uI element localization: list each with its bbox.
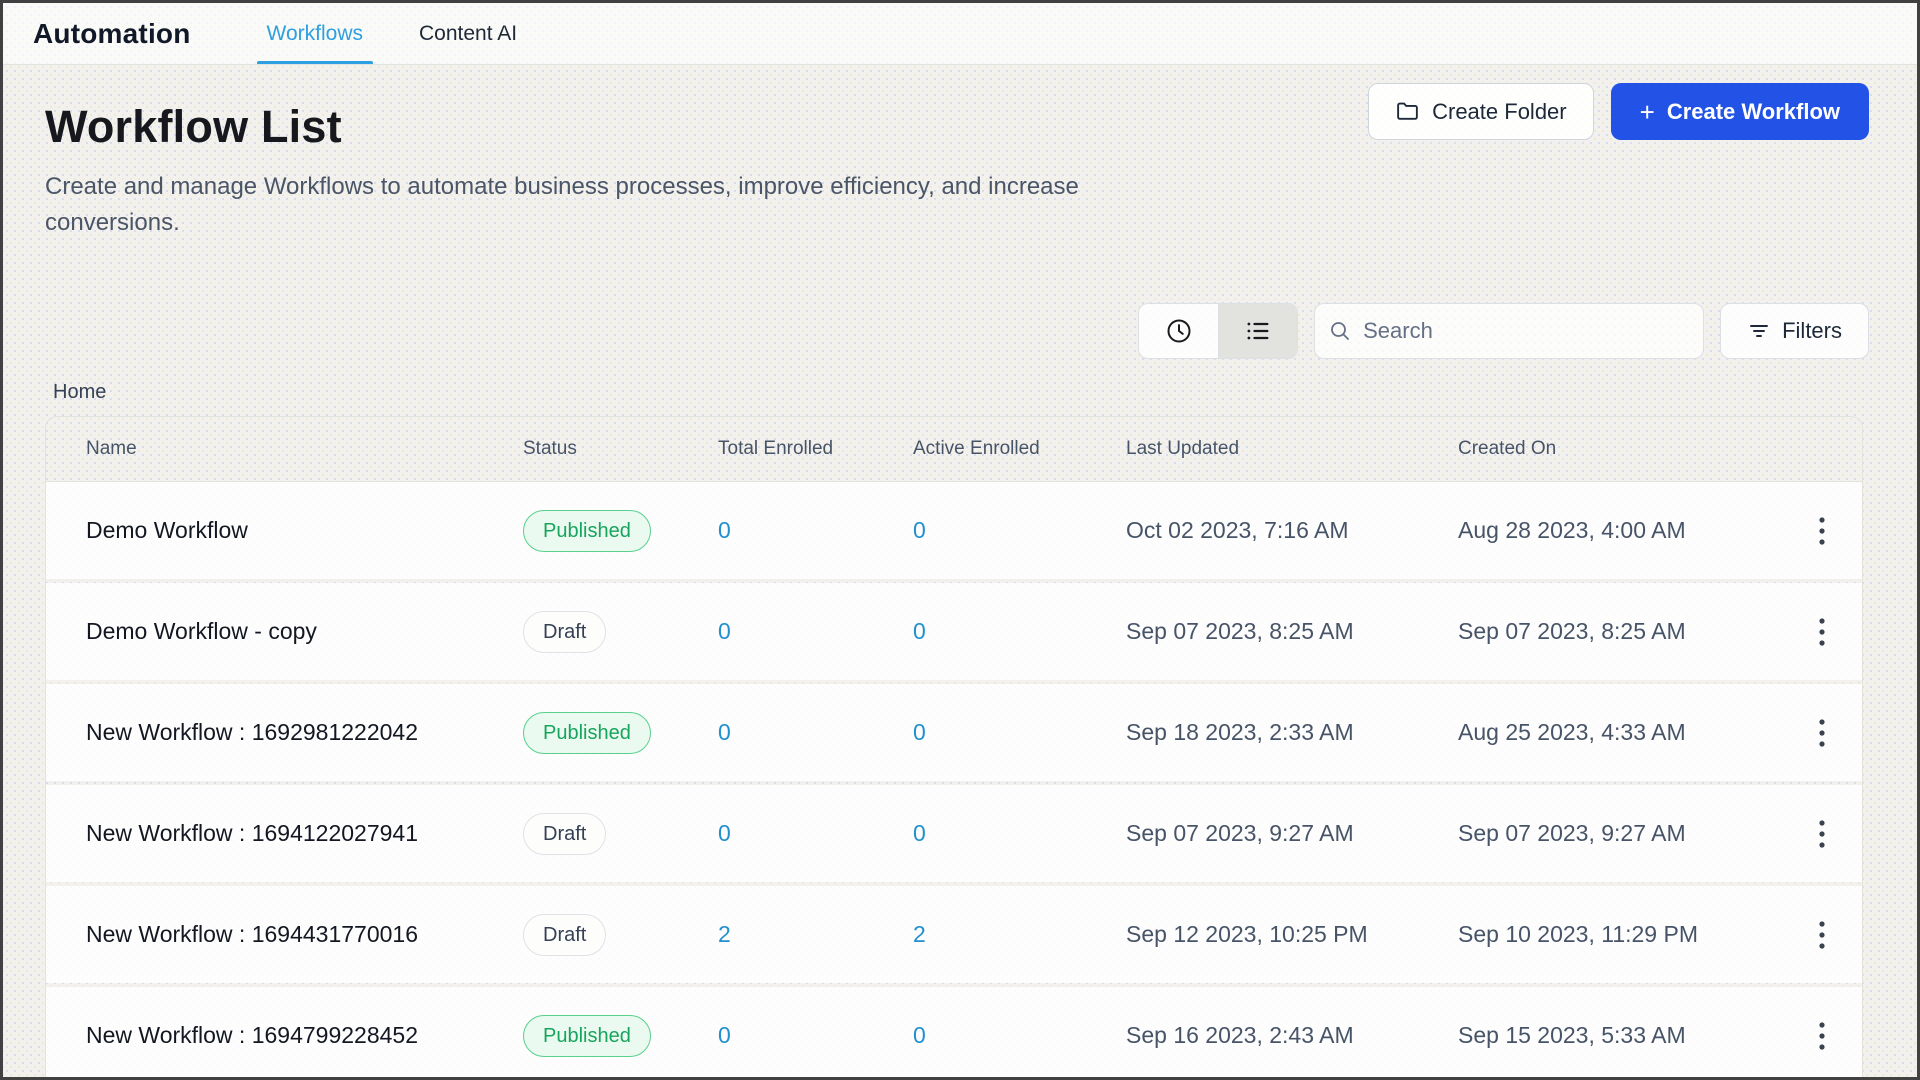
active-enrolled-value[interactable]: 0 bbox=[909, 517, 1122, 544]
table-toolbar: Filters bbox=[3, 303, 1869, 359]
list-icon bbox=[1244, 317, 1272, 345]
total-enrolled-value[interactable]: 2 bbox=[714, 921, 909, 948]
actions-cell bbox=[1772, 813, 1863, 855]
table-row[interactable]: Demo Workflow - copy Draft 0 0 Sep 07 20… bbox=[46, 583, 1862, 680]
page-subtitle: Create and manage Workflows to automate … bbox=[45, 169, 1205, 241]
last-updated-value: Sep 07 2023, 9:27 AM bbox=[1122, 820, 1454, 847]
workflow-name[interactable]: New Workflow : 1694431770016 bbox=[46, 921, 519, 948]
top-nav-tabs: Workflows Content AI bbox=[257, 3, 528, 64]
history-view-button[interactable] bbox=[1139, 304, 1218, 358]
status-badge: Draft bbox=[523, 611, 606, 653]
active-enrolled-value[interactable]: 2 bbox=[909, 921, 1122, 948]
active-enrolled-value[interactable]: 0 bbox=[909, 618, 1122, 645]
created-on-value: Aug 25 2023, 4:33 AM bbox=[1454, 719, 1772, 746]
total-enrolled-value[interactable]: 0 bbox=[714, 618, 909, 645]
status-cell: Draft bbox=[519, 813, 714, 855]
table-row[interactable]: New Workflow : 1694799228452 Published 0… bbox=[46, 987, 1862, 1080]
kebab-menu-icon[interactable] bbox=[1808, 1015, 1836, 1057]
table-row[interactable]: New Workflow : 1692981222042 Published 0… bbox=[46, 684, 1862, 781]
column-header-name: Name bbox=[46, 438, 519, 460]
workflow-table: Name Status Total Enrolled Active Enroll… bbox=[45, 416, 1863, 1080]
table-row[interactable]: New Workflow : 1694431770016 Draft 2 2 S… bbox=[46, 886, 1862, 983]
table-row[interactable]: New Workflow : 1694122027941 Draft 0 0 S… bbox=[46, 785, 1862, 882]
status-badge: Draft bbox=[523, 914, 606, 956]
tab-workflows[interactable]: Workflows bbox=[257, 3, 373, 64]
kebab-menu-icon[interactable] bbox=[1808, 712, 1836, 754]
app-section-title: Automation bbox=[33, 18, 191, 50]
header-actions: Create Folder + Create Workflow bbox=[1368, 83, 1869, 140]
list-view-button[interactable] bbox=[1218, 304, 1297, 358]
status-badge: Published bbox=[523, 712, 651, 754]
active-enrolled-value[interactable]: 0 bbox=[909, 719, 1122, 746]
search-input[interactable] bbox=[1314, 303, 1704, 359]
kebab-menu-icon[interactable] bbox=[1808, 510, 1836, 552]
filters-label: Filters bbox=[1782, 318, 1842, 344]
last-updated-value: Oct 02 2023, 7:16 AM bbox=[1122, 517, 1454, 544]
create-workflow-label: Create Workflow bbox=[1667, 99, 1840, 125]
status-cell: Draft bbox=[519, 914, 714, 956]
clock-icon bbox=[1165, 317, 1193, 345]
last-updated-value: Sep 18 2023, 2:33 AM bbox=[1122, 719, 1454, 746]
table-body: Demo Workflow Published 0 0 Oct 02 2023,… bbox=[46, 482, 1862, 1080]
workflow-name[interactable]: New Workflow : 1694122027941 bbox=[46, 820, 519, 847]
status-badge: Published bbox=[523, 510, 651, 552]
total-enrolled-value[interactable]: 0 bbox=[714, 517, 909, 544]
workflow-name[interactable]: Demo Workflow bbox=[46, 517, 519, 544]
search-box bbox=[1314, 303, 1704, 359]
total-enrolled-value[interactable]: 0 bbox=[714, 719, 909, 746]
column-header-last-updated: Last Updated bbox=[1122, 438, 1454, 460]
active-enrolled-value[interactable]: 0 bbox=[909, 820, 1122, 847]
filters-button[interactable]: Filters bbox=[1720, 303, 1869, 359]
search-icon bbox=[1328, 319, 1352, 343]
total-enrolled-value[interactable]: 0 bbox=[714, 820, 909, 847]
actions-cell bbox=[1772, 611, 1863, 653]
column-header-status: Status bbox=[519, 438, 714, 460]
actions-cell bbox=[1772, 1015, 1863, 1057]
last-updated-value: Sep 12 2023, 10:25 PM bbox=[1122, 921, 1454, 948]
created-on-value: Sep 07 2023, 8:25 AM bbox=[1454, 618, 1772, 645]
column-header-created-on: Created On bbox=[1454, 438, 1772, 460]
filter-icon bbox=[1747, 319, 1771, 343]
actions-cell bbox=[1772, 914, 1863, 956]
kebab-menu-icon[interactable] bbox=[1808, 813, 1836, 855]
view-toggle-group bbox=[1138, 303, 1298, 359]
create-folder-button[interactable]: Create Folder bbox=[1368, 83, 1594, 140]
actions-cell bbox=[1772, 712, 1863, 754]
column-header-active-enrolled: Active Enrolled bbox=[909, 438, 1122, 460]
status-cell: Published bbox=[519, 1015, 714, 1057]
actions-cell bbox=[1772, 510, 1863, 552]
create-workflow-button[interactable]: + Create Workflow bbox=[1611, 83, 1869, 140]
status-cell: Published bbox=[519, 712, 714, 754]
created-on-value: Aug 28 2023, 4:00 AM bbox=[1454, 517, 1772, 544]
kebab-menu-icon[interactable] bbox=[1808, 611, 1836, 653]
breadcrumb-home[interactable]: Home bbox=[53, 381, 106, 404]
app-window: Automation Workflows Content AI Workflow… bbox=[0, 0, 1920, 1080]
column-header-total-enrolled: Total Enrolled bbox=[714, 438, 909, 460]
active-enrolled-value[interactable]: 0 bbox=[909, 1022, 1122, 1049]
page-header: Workflow List Create and manage Workflow… bbox=[3, 65, 1917, 241]
table-header-row: Name Status Total Enrolled Active Enroll… bbox=[46, 417, 1862, 482]
kebab-menu-icon[interactable] bbox=[1808, 914, 1836, 956]
create-folder-label: Create Folder bbox=[1432, 99, 1567, 125]
status-badge: Draft bbox=[523, 813, 606, 855]
tab-content-ai[interactable]: Content AI bbox=[409, 3, 527, 64]
created-on-value: Sep 07 2023, 9:27 AM bbox=[1454, 820, 1772, 847]
created-on-value: Sep 15 2023, 5:33 AM bbox=[1454, 1022, 1772, 1049]
last-updated-value: Sep 07 2023, 8:25 AM bbox=[1122, 618, 1454, 645]
folder-icon bbox=[1395, 99, 1420, 124]
status-badge: Published bbox=[523, 1015, 651, 1057]
top-nav-bar: Automation Workflows Content AI bbox=[3, 3, 1917, 65]
status-cell: Published bbox=[519, 510, 714, 552]
total-enrolled-value[interactable]: 0 bbox=[714, 1022, 909, 1049]
workflow-name[interactable]: New Workflow : 1694799228452 bbox=[46, 1022, 519, 1049]
status-cell: Draft bbox=[519, 611, 714, 653]
plus-icon: + bbox=[1640, 99, 1655, 125]
created-on-value: Sep 10 2023, 11:29 PM bbox=[1454, 921, 1772, 948]
workflow-name[interactable]: Demo Workflow - copy bbox=[46, 618, 519, 645]
last-updated-value: Sep 16 2023, 2:43 AM bbox=[1122, 1022, 1454, 1049]
table-row[interactable]: Demo Workflow Published 0 0 Oct 02 2023,… bbox=[46, 482, 1862, 579]
workflow-name[interactable]: New Workflow : 1692981222042 bbox=[46, 719, 519, 746]
